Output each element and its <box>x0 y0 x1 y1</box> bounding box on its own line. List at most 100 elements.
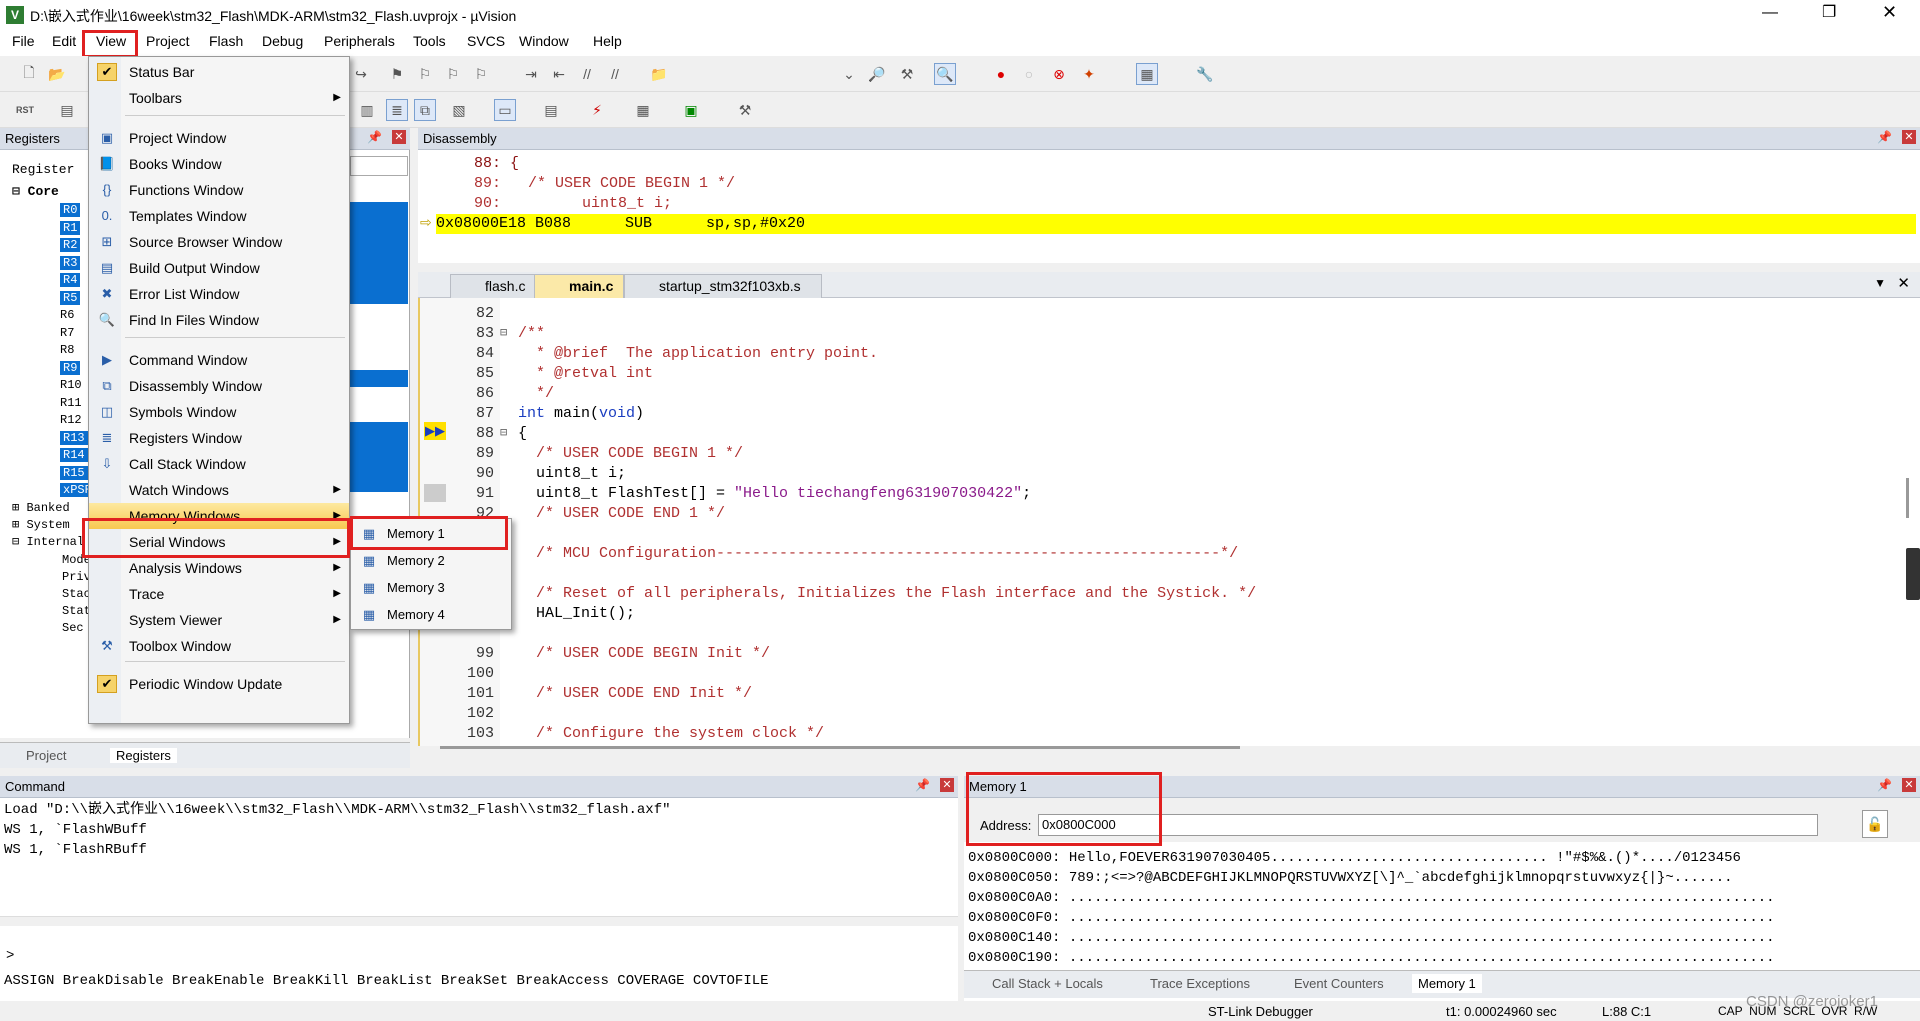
code-line[interactable]: /* Configure the system clock */ <box>518 724 824 744</box>
code-line[interactable]: HAL_Init(); <box>518 604 635 624</box>
tab-call-stack-locals[interactable]: Call Stack + Locals <box>992 976 1103 991</box>
register-row[interactable]: R12 <box>60 412 82 429</box>
menu-item-disassembly-window[interactable]: ⧉ Disassembly Window <box>89 373 349 399</box>
breakpoint-kill-all-icon[interactable]: ✦ <box>1078 63 1100 85</box>
memory-row[interactable]: 0x0800C050: 789:;<=>?@ABCDEFGHIJKLMNOPQR… <box>968 868 1733 888</box>
menu-project[interactable]: Project <box>146 33 190 49</box>
register-row[interactable]: R2 <box>60 237 81 254</box>
code-line[interactable]: uint8_t i; <box>518 464 626 484</box>
close-icon[interactable]: ✕ <box>1902 778 1916 792</box>
bookmark-prev-icon[interactable]: ⚐ <box>414 63 436 85</box>
find-in-files-icon[interactable]: 📁 <box>648 63 670 85</box>
indent-icon[interactable]: ⇥ <box>520 63 542 85</box>
breakpoint-insert-icon[interactable]: ● <box>990 63 1012 85</box>
memory-row[interactable]: 0x0800C0A0: ............................… <box>968 888 1775 908</box>
close-icon[interactable]: ✕ <box>940 778 954 792</box>
tab-trace-exceptions[interactable]: Trace Exceptions <box>1150 976 1250 991</box>
watch-view-icon[interactable]: ▤ <box>540 99 562 121</box>
uncomment-icon[interactable]: // <box>604 63 626 85</box>
register-row[interactable]: R14 <box>60 447 88 464</box>
disassembly-current-line[interactable]: 0x08000E18 B088 SUB sp,sp,#0x20 <box>436 214 1916 234</box>
horizontal-scrollbar[interactable] <box>440 746 1240 749</box>
menu-file[interactable]: File <box>12 33 35 49</box>
breakpoint-disable-all-icon[interactable]: ⊗ <box>1048 63 1070 85</box>
minimize-icon[interactable]: — <box>1762 4 1778 22</box>
registers-view-icon[interactable]: ▥ <box>356 99 378 121</box>
group-system[interactable]: ⊞ System <box>12 517 70 532</box>
code-line[interactable]: uint8_t FlashTest[] = "Hello tiechangfen… <box>518 484 1031 504</box>
memory-row[interactable]: 0x0800C140: ............................… <box>968 928 1775 948</box>
memory-row[interactable]: 0x0800C000: Hello,FOEVER631907030405....… <box>968 848 1741 868</box>
register-row[interactable]: R5 <box>60 290 81 307</box>
register-row[interactable]: R9 <box>60 360 81 377</box>
memory-view-icon[interactable]: ⚡ <box>586 99 608 121</box>
code-line[interactable]: /* USER CODE END 1 */ <box>518 504 725 524</box>
close-icon[interactable]: ✕ <box>1882 2 1897 23</box>
menu-item-toolbox-window[interactable]: ⚒ Toolbox Window <box>89 633 349 659</box>
menu-item-periodic-window-update[interactable]: ✔ Periodic Window Update <box>89 671 349 697</box>
debug-session-icon[interactable]: 🔍 <box>934 63 956 85</box>
unindent-icon[interactable]: ⇤ <box>548 63 570 85</box>
code-line[interactable]: { <box>518 424 527 444</box>
fold-icon[interactable]: ⊟ <box>500 325 507 340</box>
command-view-icon[interactable]: ≣ <box>386 99 408 121</box>
bookmark-clear-icon[interactable]: ⚐ <box>470 63 492 85</box>
register-row[interactable]: R8 <box>60 342 74 359</box>
analysis-view-icon[interactable]: ▣ <box>680 99 702 121</box>
editor-side-handle[interactable] <box>1906 548 1920 600</box>
menu-item-books-window[interactable]: 📘 Books Window <box>89 151 349 177</box>
pin-icon[interactable]: 📌 <box>1877 130 1892 144</box>
memory-row[interactable]: 0x0800C0F0: ............................… <box>968 908 1775 928</box>
close-file-icon[interactable]: ✕ <box>1897 274 1910 292</box>
lock-icon[interactable]: 🔓 <box>1862 810 1888 838</box>
reset-icon[interactable]: RST <box>14 99 36 121</box>
register-row[interactable]: R10 <box>60 377 82 394</box>
core-node[interactable]: ⊟ Core <box>12 184 59 199</box>
disassembly-line[interactable]: 90: uint8_t i; <box>438 194 1918 214</box>
menu-item-build-output-window[interactable]: ▤ Build Output Window <box>89 255 349 281</box>
code-line[interactable]: /** <box>518 324 545 344</box>
menu-debug[interactable]: Debug <box>262 33 303 49</box>
code-line[interactable]: */ <box>518 384 554 404</box>
incremental-find-icon[interactable]: ⚒ <box>896 63 918 85</box>
menu-item-memory-3[interactable]: ▦ Memory 3 <box>351 575 511 601</box>
comment-icon[interactable]: // <box>576 63 598 85</box>
menu-item-find-in-files-window[interactable]: 🔍 Find In Files Window <box>89 307 349 333</box>
window-layout-icon[interactable]: ▦ <box>1136 63 1158 85</box>
code-line[interactable]: /* USER CODE BEGIN 1 */ <box>518 444 743 464</box>
menu-item-functions-window[interactable]: {} Functions Window <box>89 177 349 203</box>
menu-svcs[interactable]: SVCS <box>467 33 505 49</box>
pin-icon[interactable]: 📌 <box>367 130 382 144</box>
internal-row[interactable]: Sec <box>62 620 84 637</box>
symbols-view-icon[interactable]: ▧ <box>448 99 470 121</box>
tab-list-dropdown-icon[interactable]: ▼ <box>1874 276 1886 290</box>
pin-icon[interactable]: 📌 <box>915 778 930 792</box>
disassembly-view-icon[interactable]: ⧉ <box>414 99 436 121</box>
tab-startup-s[interactable]: startup_stm32f103xb.s <box>624 274 822 298</box>
memory-row[interactable]: 0x0800C190: ............................… <box>968 948 1775 968</box>
menu-item-error-list-window[interactable]: ✖ Error List Window <box>89 281 349 307</box>
register-row[interactable]: R0 <box>60 202 81 219</box>
code-editor[interactable]: 82 83 ⊟ /** 84 * @brief The application entr… <box>418 298 1920 749</box>
fold-icon[interactable]: ⊟ <box>500 425 507 440</box>
pin-icon[interactable]: 📌 <box>1877 778 1892 792</box>
menu-item-memory-2[interactable]: ▦ Memory 2 <box>351 548 511 574</box>
menu-item-toolbars[interactable]: Toolbars ▶ <box>89 85 349 111</box>
menu-item-templates-window[interactable]: 0. Templates Window <box>89 203 349 229</box>
redo-icon[interactable]: ↪ <box>350 63 372 85</box>
find-dropdown-icon[interactable]: ⌄ <box>838 63 860 85</box>
bookmark-icon[interactable]: ⚑ <box>386 63 408 85</box>
code-line[interactable]: /* USER CODE END Init */ <box>518 684 752 704</box>
menu-item-watch-windows[interactable]: Watch Windows ▶ <box>89 477 349 503</box>
menu-tools[interactable]: Tools <box>413 33 446 49</box>
breakpoint-disable-icon[interactable]: ○ <box>1018 63 1040 85</box>
code-line[interactable]: * @brief The application entry point. <box>518 344 878 364</box>
menu-flash[interactable]: Flash <box>209 33 243 49</box>
menu-item-analysis-windows[interactable]: Analysis Windows ▶ <box>89 555 349 581</box>
register-row[interactable]: R15 <box>60 465 88 482</box>
menu-item-system-viewer[interactable]: System Viewer ▶ <box>89 607 349 633</box>
menu-peripherals[interactable]: Peripherals <box>324 33 395 49</box>
menu-item-call-stack-window[interactable]: ⇩ Call Stack Window <box>89 451 349 477</box>
tab-main-c[interactable]: main.c <box>534 274 625 298</box>
close-icon[interactable]: ✕ <box>392 130 406 144</box>
